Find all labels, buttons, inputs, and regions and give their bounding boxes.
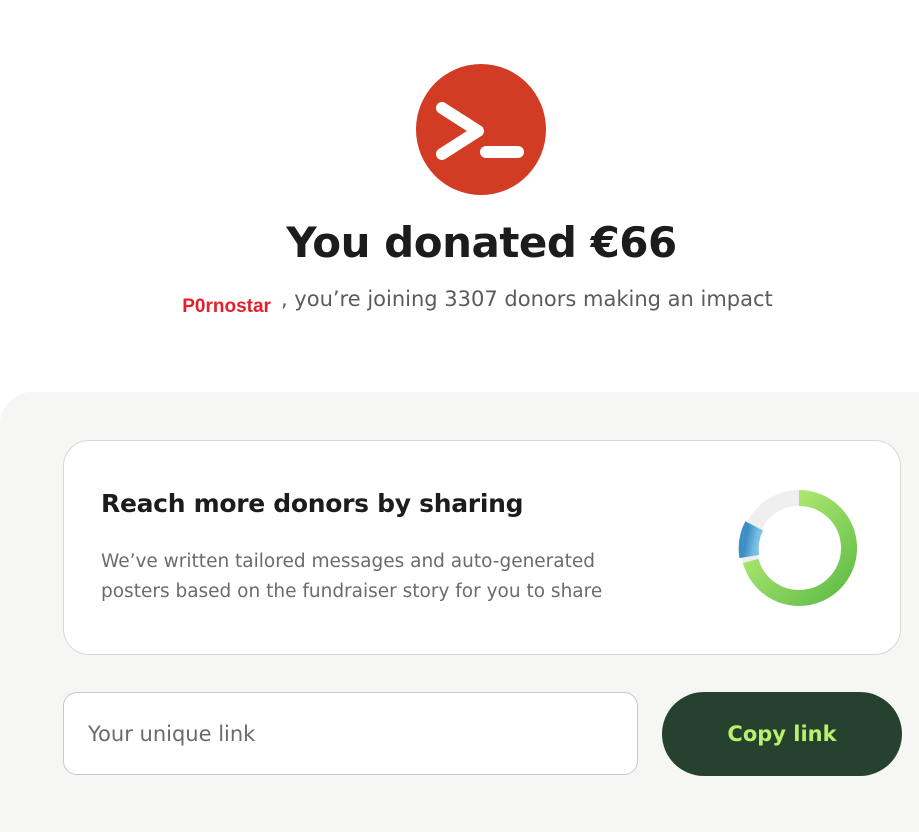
donor-summary: P0rnostar , you’re joining 3307 donors ma… xyxy=(0,287,919,317)
share-title: Reach more donors by sharing xyxy=(101,489,524,518)
share-card[interactable]: Reach more donors by sharing We’ve writt… xyxy=(63,440,901,655)
donor-name: P0rnostar xyxy=(182,296,271,317)
terminal-prompt-icon xyxy=(436,102,524,160)
fundraiser-avatar xyxy=(416,64,546,195)
share-progress-ring-icon xyxy=(738,490,857,606)
donor-count-text: , you’re joining 3307 donors making an i… xyxy=(280,287,773,311)
copy-link-button[interactable]: Copy link xyxy=(662,692,902,776)
unique-link-field[interactable] xyxy=(63,692,638,775)
donation-headline: You donated €66 xyxy=(286,218,677,267)
share-description: We’ve written tailored messages and auto… xyxy=(101,551,603,602)
